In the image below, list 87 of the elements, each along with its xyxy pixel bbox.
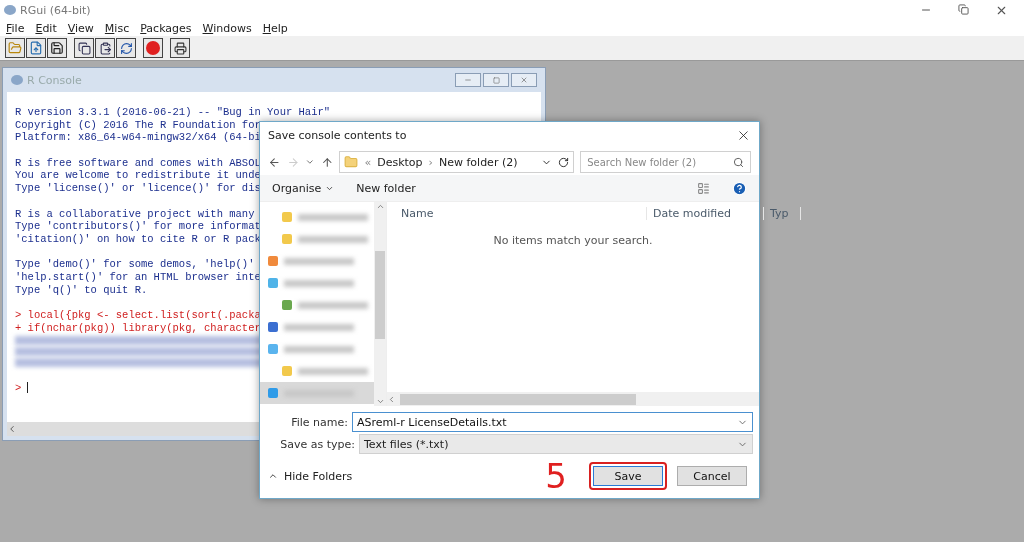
console-command: > local({pkg <- select.list(sort(.packa: [15, 309, 261, 321]
nav-item[interactable]: [260, 382, 374, 404]
scrollbar-thumb[interactable]: [375, 251, 385, 339]
close-icon: [520, 76, 528, 84]
minimize-icon: [464, 76, 472, 84]
printer-icon: [173, 41, 187, 55]
refresh-icon[interactable]: [558, 156, 570, 168]
menu-item[interactable]: Windows: [202, 21, 252, 35]
console-output: R version 3.3.1 (2016-06-21) -- "Bug in Your Hair": [15, 106, 331, 118]
folder-button[interactable]: [5, 38, 25, 58]
dialog-title: Save console contents to: [268, 129, 407, 142]
menu-item[interactable]: Help: [262, 21, 288, 35]
view-options-icon[interactable]: [697, 181, 710, 195]
file-upload-button[interactable]: [26, 38, 46, 58]
back-icon[interactable]: [268, 155, 281, 169]
file-name-input[interactable]: ASreml-r LicenseDetails.txt: [357, 414, 737, 430]
scroll-down-icon[interactable]: [375, 397, 385, 406]
window-title: RGui (64-bit): [20, 3, 92, 17]
copy-button[interactable]: [74, 38, 94, 58]
search-icon: [733, 156, 744, 168]
file-type-select[interactable]: Text files (*.txt): [359, 434, 753, 454]
scroll-left-icon[interactable]: [7, 424, 17, 434]
file-upload-icon: [29, 41, 43, 55]
menu-item[interactable]: Misc: [104, 21, 130, 35]
scroll-up-icon[interactable]: [375, 202, 385, 211]
console-output: You are welcome to redistribute it unde: [15, 169, 261, 182]
step-number: 5: [545, 459, 567, 493]
dialog-button[interactable]: Cancel: [677, 466, 747, 486]
overflow-chevron[interactable]: «: [364, 155, 372, 169]
text-cursor: [27, 382, 29, 394]
empty-message: No items match your search.: [493, 234, 653, 247]
minimize-button[interactable]: [455, 73, 481, 87]
column-header[interactable]: Name: [387, 206, 647, 220]
folder-icon: [344, 155, 359, 169]
console-title: R Console: [27, 73, 82, 87]
copy-icon: [77, 41, 91, 55]
console-output: Type 'q()' to quit R.: [15, 283, 148, 296]
scroll-left-icon[interactable]: [387, 394, 396, 404]
new-folder-button[interactable]: New folder: [356, 181, 416, 195]
address-bar[interactable]: « Desktop › New folder (2): [339, 151, 575, 173]
restore-icon[interactable]: [958, 3, 969, 15]
refresh-button[interactable]: [116, 38, 136, 58]
console-prompt: >: [15, 381, 22, 394]
menu-item[interactable]: File: [6, 21, 25, 35]
r-logo-icon: [4, 5, 16, 15]
close-button[interactable]: [511, 73, 537, 87]
scrollbar-thumb[interactable]: [400, 393, 636, 405]
forward-icon[interactable]: [286, 155, 300, 169]
breadcrumb[interactable]: New folder (2): [439, 155, 518, 169]
console-output: R is free software and comes with ABSOL: [15, 156, 261, 169]
maximize-icon: [492, 76, 500, 84]
console-output: R is a collaborative project with many: [15, 207, 255, 220]
field-label: Save as type:: [279, 437, 356, 451]
printer-button[interactable]: [170, 38, 190, 58]
help-icon[interactable]: [732, 180, 747, 196]
clipboard-icon: [98, 41, 112, 55]
column-header[interactable]: Date modified: [647, 206, 764, 220]
search-field[interactable]: Search New folder (2): [580, 151, 751, 173]
console-output: Type 'license()' or 'licence()' for dis: [15, 182, 261, 195]
maximize-button[interactable]: [483, 73, 509, 87]
chevron-up-icon: [268, 471, 278, 481]
chevron-down-icon[interactable]: [305, 157, 315, 167]
menu-item[interactable]: Packages: [140, 21, 192, 35]
up-icon[interactable]: [320, 155, 334, 169]
floppy-disk-button[interactable]: [47, 38, 67, 58]
console-output: Type 'contributors()' for more informat: [15, 220, 261, 233]
path-separator: ›: [428, 155, 433, 169]
file-name-field[interactable]: ASreml-r LicenseDetails.txt: [352, 412, 753, 432]
field-label: File name:: [290, 415, 349, 429]
refresh-icon: [119, 41, 133, 55]
menu-item[interactable]: View: [67, 21, 94, 35]
clipboard-button[interactable]: [95, 38, 115, 58]
organise-menu[interactable]: Organise: [272, 181, 335, 195]
breadcrumb[interactable]: Desktop: [377, 155, 423, 169]
console-output: 'citation()' on how to cite R or R pack: [15, 232, 261, 245]
folder-icon: [8, 41, 22, 55]
console-output: Type 'demo()' for some demos, 'help()': [15, 258, 255, 271]
menu-item[interactable]: Edit: [35, 21, 57, 35]
r-logo-icon: [11, 75, 23, 85]
stop-button[interactable]: [143, 38, 163, 58]
close-icon[interactable]: [736, 128, 751, 143]
dialog-button[interactable]: Save: [593, 466, 663, 486]
console-output: Copyright (C) 2016 The R Foundation for: [15, 118, 261, 131]
console-command: + if(nchar(pkg)) library(pkg, character: [15, 321, 261, 334]
console-output: Platform: x86_64-w64-mingw32/x64 (64-bi: [15, 131, 261, 144]
stop-icon: [146, 41, 160, 55]
hide-folders-button[interactable]: Hide Folders: [268, 469, 353, 483]
